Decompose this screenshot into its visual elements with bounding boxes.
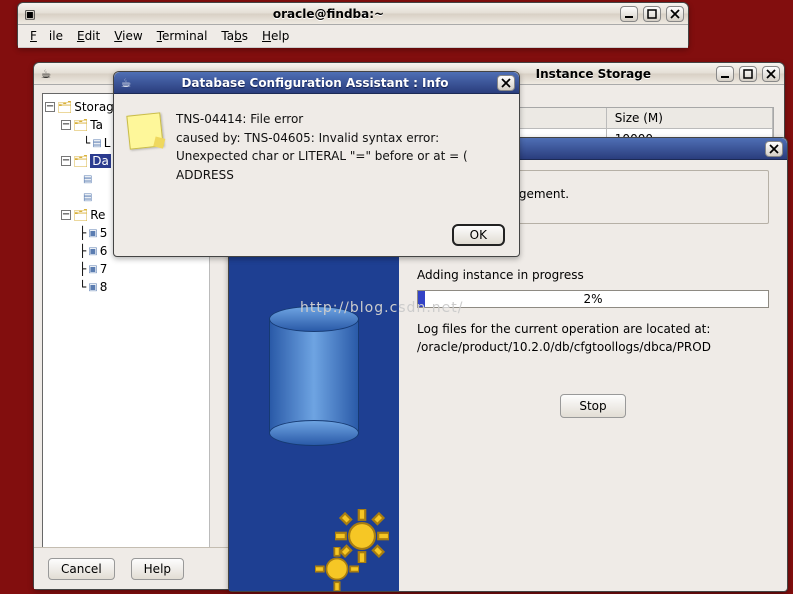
terminal-title: oracle@findba:~ — [42, 7, 615, 21]
folder-icon: 🗂 — [73, 208, 88, 222]
terminal-window: ▣ oracle@findba:~ File Edit View Termina… — [17, 2, 689, 48]
terminal-titlebar[interactable]: ▣ oracle@findba:~ — [18, 3, 688, 25]
tree-5[interactable]: 5 — [100, 226, 108, 240]
storage-minimize-button[interactable] — [716, 66, 734, 82]
redo-icon: ▣ — [88, 264, 97, 275]
gear-icon — [315, 547, 359, 591]
storage-app-icon: ☕ — [38, 66, 54, 82]
progress-bar: 2% — [417, 290, 769, 308]
progress-status: Adding instance in progress — [417, 268, 769, 282]
menu-view[interactable]: View — [108, 27, 148, 45]
tree-re[interactable]: Re — [90, 208, 105, 222]
menu-help[interactable]: Help — [256, 27, 295, 45]
redo-icon: ▣ — [88, 282, 97, 293]
info-dialog: ☕ Database Configuration Assistant : Inf… — [113, 71, 520, 257]
storage-maximize-button[interactable] — [739, 66, 757, 82]
progress-close-button[interactable] — [765, 141, 783, 157]
tree-da[interactable]: Da — [90, 154, 111, 168]
info-app-icon: ☕ — [118, 75, 134, 91]
minimize-button[interactable] — [620, 6, 638, 22]
folder-icon: 🗂 — [57, 100, 72, 114]
ok-button[interactable]: OK — [452, 224, 505, 246]
terminal-menubar: File Edit View Terminal Tabs Help — [18, 25, 688, 48]
col-size[interactable]: Size (M) — [607, 108, 773, 129]
redo-icon: ▣ — [88, 228, 97, 239]
progress-fill — [418, 291, 425, 307]
progress-percent: 2% — [583, 292, 602, 306]
menu-file[interactable]: File — [24, 27, 69, 45]
info-message: TNS-04414: File error caused by: TNS-046… — [176, 110, 468, 210]
menu-edit[interactable]: Edit — [71, 27, 106, 45]
menu-terminal[interactable]: Terminal — [151, 27, 214, 45]
note-icon — [126, 112, 163, 149]
folder-icon: 🗂 — [73, 118, 88, 132]
cancel-button[interactable]: Cancel — [48, 558, 115, 580]
datafile-icon: ▤ — [83, 192, 92, 203]
tree-ta[interactable]: Ta — [90, 118, 103, 132]
close-button[interactable] — [666, 6, 684, 22]
folder-icon: 🗂 — [73, 154, 88, 168]
log-line-1: Log files for the current operation are … — [417, 320, 769, 338]
app-icon: ▣ — [22, 6, 38, 22]
info-close-button[interactable] — [497, 75, 515, 91]
tree-l[interactable]: L — [104, 136, 111, 150]
info-title: Database Configuration Assistant : Info — [138, 76, 492, 90]
maximize-button[interactable] — [643, 6, 661, 22]
leaf-icon: └ — [83, 136, 90, 150]
stop-button[interactable]: Stop — [560, 394, 625, 418]
tree-6[interactable]: 6 — [100, 244, 108, 258]
info-titlebar[interactable]: ☕ Database Configuration Assistant : Inf… — [114, 72, 519, 94]
tree-7[interactable]: 7 — [100, 262, 108, 276]
redo-icon: ▣ — [88, 246, 97, 257]
menu-tabs[interactable]: Tabs — [215, 27, 254, 45]
help-button[interactable]: Help — [131, 558, 184, 580]
storage-close-button[interactable] — [762, 66, 780, 82]
log-line-2: /oracle/product/10.2.0/db/cfgtoollogs/db… — [417, 338, 769, 356]
datafile-icon: ▤ — [83, 174, 92, 185]
tree-8[interactable]: 8 — [100, 280, 108, 294]
